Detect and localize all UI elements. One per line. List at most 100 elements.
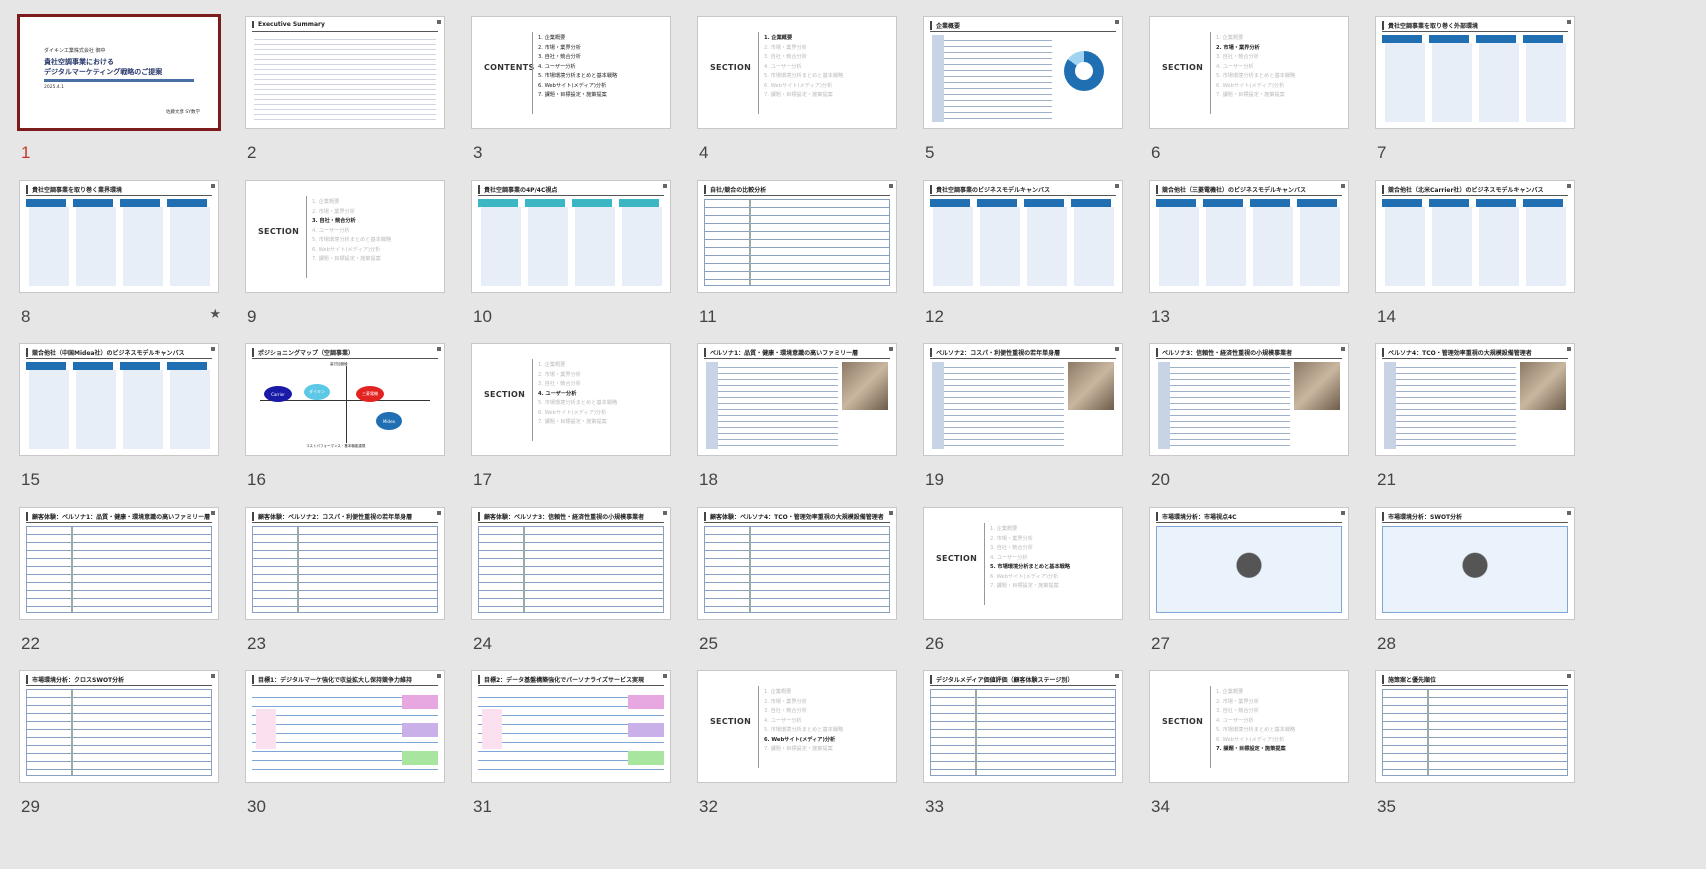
slide-preview[interactable]: 企業概要	[923, 16, 1123, 129]
slide-thumbnail-33[interactable]: デジタルメディア価値評価（顧客体験ステージ別） 33	[923, 670, 1125, 825]
canvas-boxes	[1382, 199, 1568, 286]
slide-preview[interactable]: ダイキン工業株式会社 御中 貴社空調事業における デジタルマーケティング戦略のご提案…	[17, 14, 221, 131]
slide-preview[interactable]: 市場環境分析：SWOT分析	[1375, 507, 1575, 620]
slide-thumbnail-17[interactable]: SECTION 1. 企業概要 2. 市場・業界分析 3. 自社・競合分析 4. ユーザ…	[471, 343, 673, 498]
slide-thumbnail-19[interactable]: ペルソナ2：コスパ・利便性重視の若年単身層 19	[923, 343, 1125, 498]
slide-preview[interactable]: 目標1：デジタルマーケ強化で収益拡大し保持競争力維持	[245, 670, 445, 783]
slide-thumbnail-26[interactable]: SECTION 1. 企業概要 2. 市場・業界分析 3. 自社・競合分析 4. ユーザ…	[923, 507, 1125, 662]
slide-thumbnail-12[interactable]: 貴社空調事業のビジネスモデルキャンバス 12	[923, 180, 1125, 335]
slide-preview[interactable]: 貴社空調事業を取り巻く業界環境	[19, 180, 219, 293]
title-rule	[252, 31, 438, 32]
title-rule	[1156, 522, 1342, 523]
persona-table	[932, 362, 1064, 449]
slide-thumbnail-29[interactable]: 市場環境分析：クロスSWOT分析 29	[19, 670, 221, 825]
slide-preview[interactable]: SECTION 1. 企業概要 2. 市場・業界分析 3. 自社・競合分析 4. ユーザ…	[1149, 670, 1349, 783]
slide-title: 貴社空調事業を取り巻く外部環境	[1382, 21, 1568, 30]
slide-preview[interactable]: 貴社空調事業の4P/4C視点	[471, 180, 671, 293]
slide-preview[interactable]: ポジショニングマップ（空調事業） Carrier ダイキン 三菱電機 Midea 高付加価…	[245, 343, 445, 456]
slide-preview[interactable]: ペルソナ4：TCO・管理効率重視の大規模設備管理者	[1375, 343, 1575, 456]
cover-author: 佐藤文彦 SY数学	[165, 110, 200, 115]
slide-preview[interactable]: 顧客体験：ペルソナ1：品質・健康・環境意識の高いファミリー層	[19, 507, 219, 620]
slide-preview[interactable]: 貴社空調事業のビジネスモデルキャンバス	[923, 180, 1123, 293]
section-label: SECTION	[484, 390, 526, 399]
cover-title-line1: 貴社空調事業における	[44, 58, 114, 66]
slide-title: 目標1：デジタルマーケ強化で収益拡大し保持競争力維持	[252, 675, 438, 684]
slide-title: 市場環境分析：SWOT分析	[1382, 512, 1568, 521]
brand-bubble: ダイキン	[304, 384, 330, 400]
slide-number: 19	[925, 470, 944, 489]
section-item: 7. 課題・目標設定・施策提案	[990, 583, 1059, 589]
slide-thumbnail-16[interactable]: ポジショニングマップ（空調事業） Carrier ダイキン 三菱電機 Midea 高付加価…	[245, 343, 447, 498]
slide-thumbnail-34[interactable]: SECTION 1. 企業概要 2. 市場・業界分析 3. 自社・競合分析 4. ユーザ…	[1149, 670, 1351, 825]
slide-thumbnail-14[interactable]: 競合他社（北米Carrier社）のビジネスモデルキャンバス 14	[1375, 180, 1577, 335]
slide-preview[interactable]: SECTION 1. 企業概要 2. 市場・業界分析 3. 自社・競合分析 4. ユーザ…	[923, 507, 1123, 620]
slide-preview[interactable]: 顧客体験：ペルソナ3：信頼性・経済性重視の小規模事業者	[471, 507, 671, 620]
slide-title: ペルソナ4：TCO・管理効率重視の大規模設備管理者	[1382, 348, 1568, 357]
section-item: 3. 自社・競合分析	[1216, 54, 1259, 60]
slide-thumbnail-22[interactable]: 顧客体験：ペルソナ1：品質・健康・環境意識の高いファミリー層 22	[19, 507, 221, 662]
slide-thumbnail-11[interactable]: 自社/競合の比較分析 11	[697, 180, 899, 335]
slide-thumbnail-3[interactable]: CONTENTS 1. 企業概要 2. 市場・業界分析 3. 自社・競合分析 4. ユー…	[471, 16, 673, 171]
slide-number: 23	[247, 634, 266, 653]
slide-thumbnail-23[interactable]: 顧客体験：ペルソナ2：コスパ・利便性重視の若年単身層 23	[245, 507, 447, 662]
slide-thumbnail-25[interactable]: 顧客体験：ペルソナ4：TCO・管理効率重視の大規模設備管理者 25	[697, 507, 899, 662]
slide-thumbnail-2[interactable]: Executive Summary 2	[245, 16, 447, 171]
slide-thumbnail-32[interactable]: SECTION 1. 企業概要 2. 市場・業界分析 3. 自社・競合分析 4. ユーザ…	[697, 670, 899, 825]
slide-thumbnail-4[interactable]: SECTION 1. 企業概要 2. 市場・業界分析 3. 自社・競合分析 4. ユーザ…	[697, 16, 899, 171]
corner-marker	[1341, 184, 1345, 188]
slide-thumbnail-13[interactable]: 競合他社（三菱電機社）のビジネスモデルキャンバス 13	[1149, 180, 1351, 335]
slide-number: 2	[247, 143, 257, 162]
section-label: SECTION	[1162, 63, 1204, 72]
section-divider	[984, 523, 985, 605]
slide-preview[interactable]: ペルソナ3：信頼性・経済性重視の小規模事業者	[1149, 343, 1349, 456]
slide-preview[interactable]: Executive Summary	[245, 16, 445, 129]
slide-preview[interactable]: デジタルメディア価値評価（顧客体験ステージ別）	[923, 670, 1123, 783]
slide-thumbnail-7[interactable]: 貴社空調事業を取り巻く外部環境 7	[1375, 16, 1577, 171]
slide-thumbnail-35[interactable]: 施策案と優先順位 35	[1375, 670, 1577, 825]
slide-thumbnail-28[interactable]: 市場環境分析：SWOT分析 28	[1375, 507, 1577, 662]
slide-thumbnail-10[interactable]: 貴社空調事業の4P/4C視点 10	[471, 180, 673, 335]
section-list: 1. 企業概要 2. 市場・業界分析 3. 自社・競合分析 4. ユーザー分析 5. 市…	[538, 361, 617, 428]
slide-thumbnail-9[interactable]: SECTION 1. 企業概要 2. 市場・業界分析 3. 自社・競合分析 4. ユーザ…	[245, 180, 447, 335]
slide-preview[interactable]: SECTION 1. 企業概要 2. 市場・業界分析 3. 自社・競合分析 4. ユーザ…	[245, 180, 445, 293]
slide-preview[interactable]: ペルソナ1：品質・健康・環境意識の高いファミリー層	[697, 343, 897, 456]
comparison-table	[930, 689, 1116, 776]
slide-thumbnail-6[interactable]: SECTION 1. 企業概要 2. 市場・業界分析 3. 自社・競合分析 4. ユーザ…	[1149, 16, 1351, 171]
slide-preview[interactable]: ペルソナ2：コスパ・利便性重視の若年単身層	[923, 343, 1123, 456]
slide-thumbnail-24[interactable]: 顧客体験：ペルソナ3：信頼性・経済性重視の小規模事業者 24	[471, 507, 673, 662]
slide-thumbnail-27[interactable]: 市場環境分析：市場視点4C 27	[1149, 507, 1351, 662]
slide-preview[interactable]: 顧客体験：ペルソナ4：TCO・管理効率重視の大規模設備管理者	[697, 507, 897, 620]
slide-preview[interactable]: 市場環境分析：クロスSWOT分析	[19, 670, 219, 783]
slide-preview[interactable]: 競合他社（北米Carrier社）のビジネスモデルキャンバス	[1375, 180, 1575, 293]
slide-preview[interactable]: SECTION 1. 企業概要 2. 市場・業界分析 3. 自社・競合分析 4. ユーザ…	[471, 343, 671, 456]
slide-thumbnail-15[interactable]: 競合他社（中国Midea社）のビジネスモデルキャンバス 15	[19, 343, 221, 498]
slide-preview[interactable]: SECTION 1. 企業概要 2. 市場・業界分析 3. 自社・競合分析 4. ユーザ…	[697, 670, 897, 783]
slide-thumbnail-20[interactable]: ペルソナ3：信頼性・経済性重視の小規模事業者 20	[1149, 343, 1351, 498]
cover-date: 2025.4.1	[44, 85, 65, 90]
slide-preview[interactable]: 施策案と優先順位	[1375, 670, 1575, 783]
slide-preview[interactable]: 自社/競合の比較分析	[697, 180, 897, 293]
slide-preview[interactable]: SECTION 1. 企業概要 2. 市場・業界分析 3. 自社・競合分析 4. ユーザ…	[1149, 16, 1349, 129]
slide-preview[interactable]: 競合他社（三菱電機社）のビジネスモデルキャンバス	[1149, 180, 1349, 293]
slide-thumbnail-8[interactable]: 貴社空調事業を取り巻く業界環境 8 ★	[19, 180, 221, 335]
slide-thumbnail-5[interactable]: 企業概要 5	[923, 16, 1125, 171]
slide-thumbnail-21[interactable]: ペルソナ4：TCO・管理効率重視の大規模設備管理者 21	[1375, 343, 1577, 498]
section-item: 7. 課題・目標設定・施策提案	[1216, 92, 1285, 98]
slide-thumbnail-1[interactable]: ダイキン工業株式会社 御中 貴社空調事業における デジタルマーケティング戦略のご提案…	[17, 14, 221, 171]
slide-thumbnail-18[interactable]: ペルソナ1：品質・健康・環境意識の高いファミリー層 18	[697, 343, 899, 498]
slide-preview[interactable]: 市場環境分析：市場視点4C	[1149, 507, 1349, 620]
corner-marker	[663, 511, 667, 515]
slide-title: デジタルメディア価値評価（顧客体験ステージ別）	[930, 675, 1116, 684]
slide-preview[interactable]: 競合他社（中国Midea社）のビジネスモデルキャンバス	[19, 343, 219, 456]
section-item: 5. 市場環境分析まとめと基本戦略	[538, 73, 618, 79]
slide-preview[interactable]: 顧客体験：ペルソナ2：コスパ・利便性重視の若年単身層	[245, 507, 445, 620]
slide-preview[interactable]: SECTION 1. 企業概要 2. 市場・業界分析 3. 自社・競合分析 4. ユーザ…	[697, 16, 897, 129]
slide-thumbnail-30[interactable]: 目標1：デジタルマーケ強化で収益拡大し保持競争力維持 30	[245, 670, 447, 825]
slide-preview[interactable]: 貴社空調事業を取り巻く外部環境	[1375, 16, 1575, 129]
section-item: 3. 自社・競合分析	[764, 54, 807, 60]
slide-preview[interactable]: CONTENTS 1. 企業概要 2. 市場・業界分析 3. 自社・競合分析 4. ユー…	[471, 16, 671, 129]
slide-thumbnail-31[interactable]: 目標2：データ基盤構築強化でパーソナライズサービス実現 31	[471, 670, 673, 825]
slide-preview[interactable]: 目標2：データ基盤構築強化でパーソナライズサービス実現	[471, 670, 671, 783]
corner-marker	[437, 511, 441, 515]
slide-number: 29	[21, 797, 40, 816]
